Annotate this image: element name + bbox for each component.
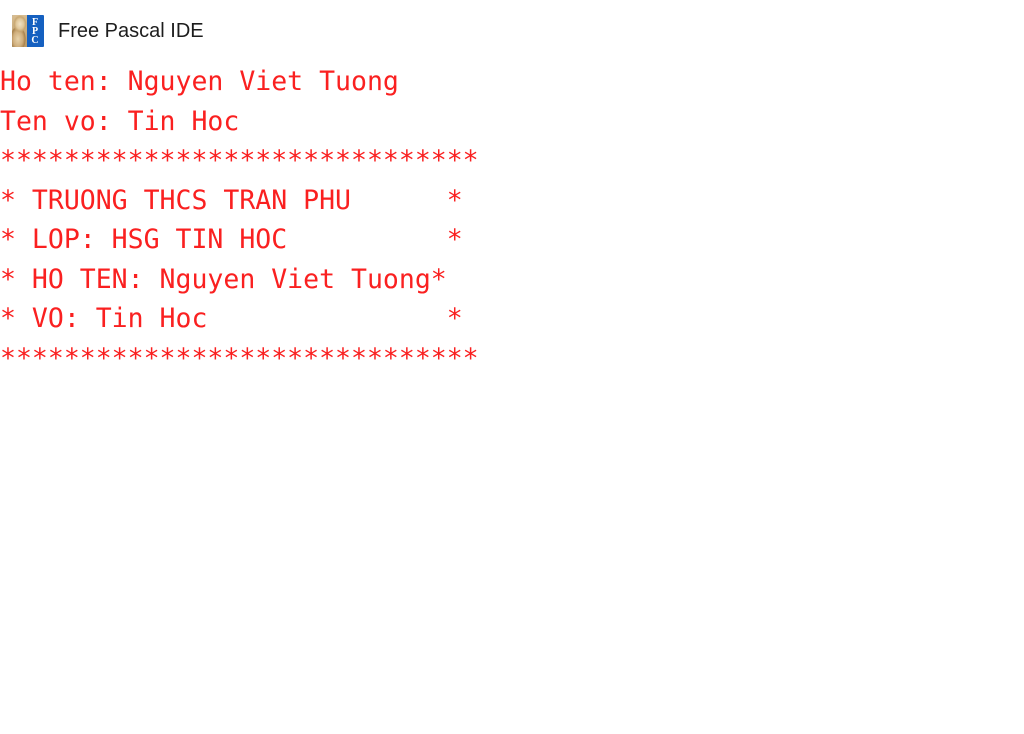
fpc-letter-c: C [31, 34, 39, 46]
console-line-5: * HO TEN: Nguyen Viet Tuong* [0, 263, 447, 295]
window-title: Free Pascal IDE [58, 19, 204, 42]
console-line-6: * VO: Tin Hoc * [0, 303, 463, 334]
console-output: Ho ten: Nguyen Viet Tuong Ten vo: Tin Ho… [0, 62, 1024, 734]
console-line-2: ****************************** [0, 145, 479, 176]
fpc-logo-icon: F P C [12, 15, 44, 47]
console-line-3: * TRUONG THCS TRAN PHU * [0, 184, 463, 216]
console-line-4: * LOP: HSG TIN HOC * [0, 224, 463, 255]
window-titlebar: F P C Free Pascal IDE [0, 0, 1024, 62]
console-line-0: Ho ten: Nguyen Viet Tuong [0, 66, 399, 97]
console-line-7: ****************************** [0, 342, 479, 374]
fpc-logo-letters: F P C [27, 15, 43, 47]
console-line-1: Ten vo: Tin Hoc [0, 105, 240, 137]
fpc-logo-figure [12, 15, 27, 47]
